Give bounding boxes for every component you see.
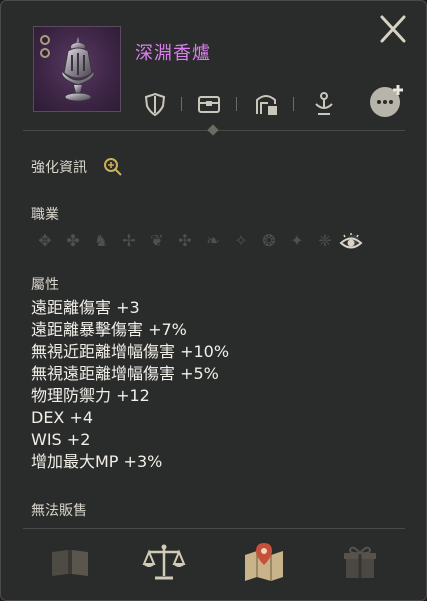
class-icon: ✤	[66, 231, 80, 250]
stat-line: 遠距離暴擊傷害 +7%	[31, 320, 187, 339]
chat-plus-icon	[370, 85, 403, 117]
lamp-icon	[315, 92, 333, 115]
stat-line: 無視近距離增幅傷害 +10%	[31, 342, 230, 361]
map-pin-icon	[245, 543, 283, 581]
sell-status-label: 無法販售	[31, 503, 87, 519]
class-icon: ✧	[234, 231, 248, 250]
stat-line: 遠距離傷害 +3	[31, 298, 140, 317]
class-icon: ✦	[290, 231, 304, 250]
chat-plus-button[interactable]	[365, 81, 409, 121]
stat-line: 無視遠距離增幅傷害 +5%	[31, 364, 219, 383]
item-portrait	[33, 26, 121, 112]
active-class-eye-icon	[339, 232, 363, 258]
class-icon: ♞	[93, 231, 109, 250]
divider	[23, 528, 405, 529]
map-button[interactable]	[239, 539, 289, 585]
warehouse-icon	[256, 95, 277, 115]
scales-icon	[142, 544, 186, 580]
divider-ornament	[207, 124, 219, 136]
magnifier-plus-icon	[104, 158, 122, 176]
stat-line: 增加最大MP +3%	[31, 452, 163, 471]
gift-box-icon	[344, 546, 376, 578]
close-button[interactable]	[373, 11, 413, 47]
class-icon: ❦	[150, 231, 164, 250]
class-icon: ✢	[122, 231, 136, 250]
enhance-info-label: 強化資訊	[31, 160, 87, 176]
stat-line: WIS +2	[31, 430, 91, 449]
class-icon: ✣	[178, 231, 192, 250]
scales-button[interactable]	[139, 539, 189, 585]
item-tooltip-panel: 深淵香爐 強化資訊 職業 ✥ ✤ ♞ ✢ ❦ ✣ ❧ ✧ ❂ ✦ ❈ 屬性 遠距…	[0, 0, 427, 601]
item-name: 深淵香爐	[135, 43, 211, 64]
chest-button[interactable]	[192, 87, 226, 121]
stat-line: DEX +4	[31, 408, 94, 427]
close-icon	[380, 15, 406, 43]
stat-line: 物理防禦力 +12	[31, 386, 150, 405]
job-label: 職業	[31, 207, 59, 223]
gift-box-button[interactable]	[335, 539, 385, 585]
class-icon: ❂	[262, 231, 276, 250]
shield-button[interactable]	[138, 87, 172, 121]
book-icon	[52, 550, 88, 576]
censer-icon	[61, 37, 95, 102]
chest-icon	[198, 96, 220, 113]
enhance-info-button[interactable]	[103, 157, 123, 181]
stats-scroll-fade	[25, 471, 395, 489]
warehouse-button[interactable]	[249, 87, 283, 121]
stats-list: 遠距離傷害 +3 遠距離暴擊傷害 +7% 無視近距離增幅傷害 +10% 無視遠距…	[31, 297, 391, 487]
class-icon: ✥	[38, 231, 52, 250]
class-icon: ❧	[206, 231, 220, 250]
shield-icon	[144, 92, 166, 117]
icon-separator	[293, 97, 294, 111]
class-icons-row: ✥ ✤ ♞ ✢ ❦ ✣ ❧ ✧ ❂ ✦ ❈ ✺	[33, 230, 365, 254]
lamp-button[interactable]	[307, 87, 341, 121]
icon-separator	[181, 97, 182, 111]
class-icon: ❈	[318, 231, 332, 250]
icon-separator	[236, 97, 237, 111]
book-button[interactable]	[45, 539, 95, 585]
attributes-label: 屬性	[31, 277, 59, 293]
